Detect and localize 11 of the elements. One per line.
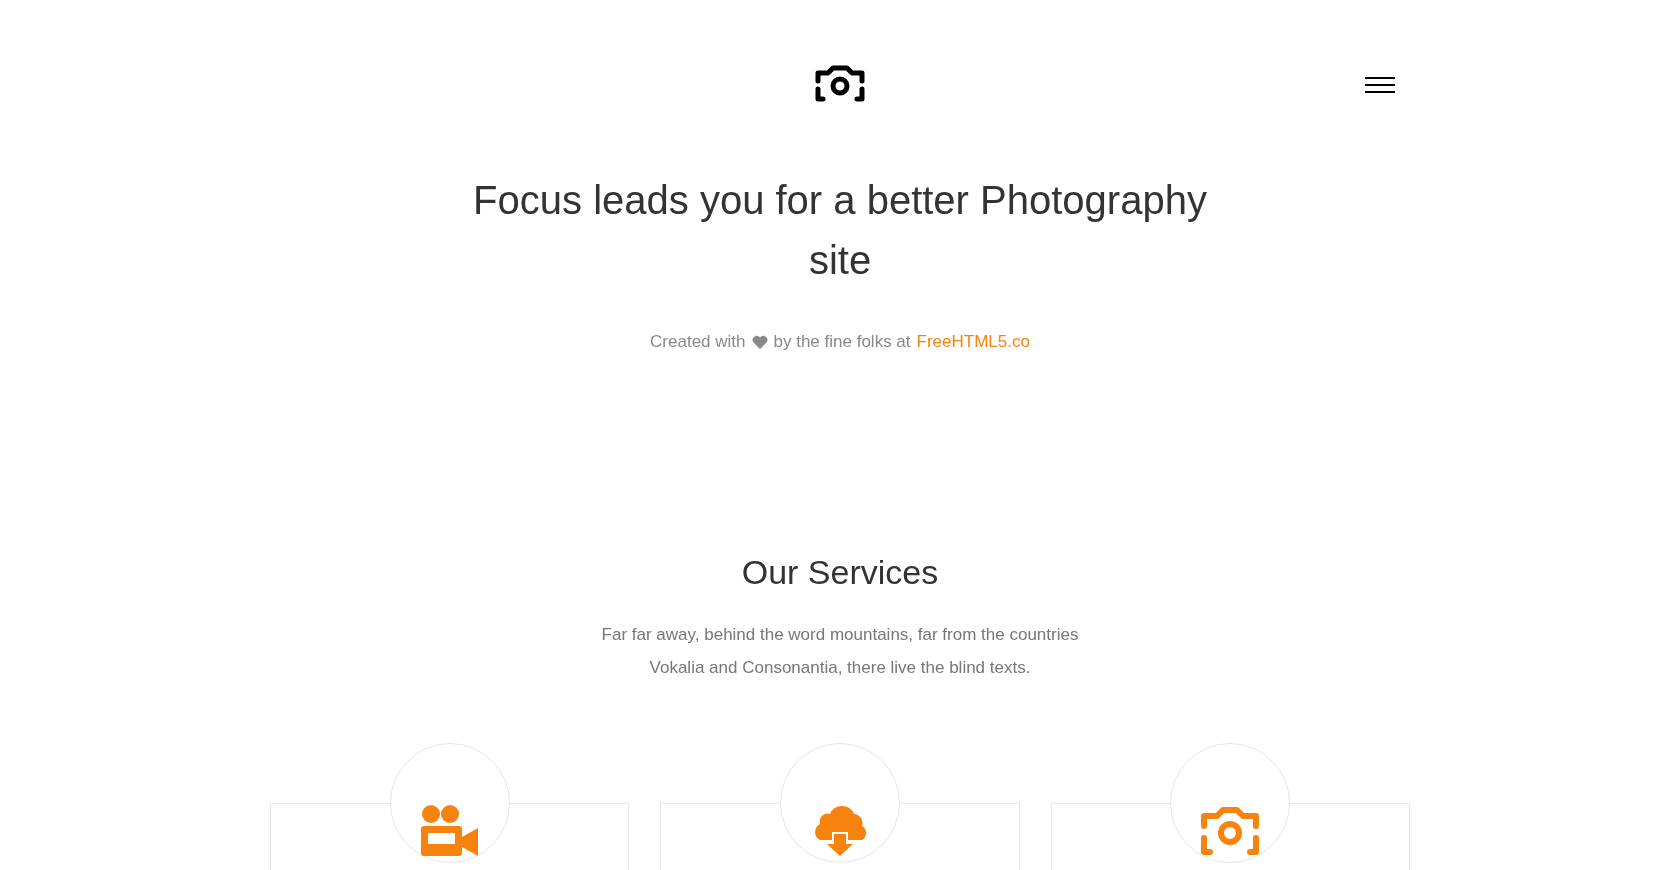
heart-icon [751,335,768,349]
section-title: Our Services [740,552,940,592]
menu-icon[interactable] [1365,76,1395,94]
credit-text: by the fine folks at [773,332,911,352]
camera-icon [1200,806,1261,856]
credit-link[interactable]: FreeHTML5.co [916,332,1030,352]
camera-logo-icon[interactable] [814,65,866,105]
video-camera-icon [420,804,479,856]
hero-title: Focus leads you for a better Photography site [472,177,1208,284]
credit-text: Created with [650,332,746,352]
section-description: Far far away, behind the word mountains, far from the countries Vokalia and Consonantia, there live the blind texts. [600,624,1080,679]
